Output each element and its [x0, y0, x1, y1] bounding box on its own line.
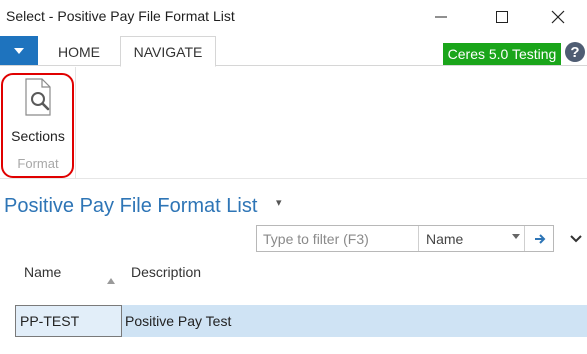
column-header-description[interactable]: Description [131, 264, 201, 280]
tab-navigate[interactable]: NAVIGATE [120, 36, 216, 67]
sort-ascending-icon [107, 278, 115, 284]
minimize-button[interactable] [424, 4, 458, 30]
tab-home[interactable]: HOME [46, 36, 112, 67]
filter-input[interactable] [257, 226, 419, 251]
close-icon [551, 10, 565, 24]
dropdown-arrow-icon [512, 234, 520, 239]
filter-field-select[interactable]: Name [420, 226, 525, 251]
close-button[interactable] [541, 4, 575, 30]
page-title-menu-caret[interactable]: ▾ [276, 196, 282, 209]
cell-description[interactable]: Positive Pay Test [125, 305, 231, 337]
chevron-down-icon[interactable] [568, 232, 584, 246]
maximize-button[interactable] [485, 4, 519, 30]
app-menu-button[interactable] [0, 36, 38, 65]
maximize-icon [496, 11, 508, 23]
column-header-name[interactable]: Name [24, 264, 61, 280]
title-bar: Select - Positive Pay File Format List [0, 0, 587, 34]
cell-name[interactable]: PP-TEST [15, 305, 122, 337]
filter-field-value: Name [426, 230, 464, 247]
ribbon-body: Sections Format [0, 67, 587, 179]
apply-filter-button[interactable] [526, 226, 553, 251]
minimize-icon [435, 16, 447, 18]
filter-bar: Name [256, 225, 554, 252]
page-title: Positive Pay File Format List [4, 195, 258, 217]
company-badge: Ceres 5.0 Testing [443, 43, 561, 65]
help-icon[interactable]: ? [565, 42, 585, 62]
table-row[interactable]: PP-TEST Positive Pay Test [15, 305, 587, 337]
caret-down-icon [14, 47, 24, 54]
arrow-right-icon [534, 233, 545, 244]
ribbon-tab-bar: HOME NAVIGATE Ceres 5.0 Testing ? [0, 34, 587, 67]
red-highlight-outline [1, 73, 74, 178]
window-title: Select - Positive Pay File Format List [6, 8, 235, 24]
